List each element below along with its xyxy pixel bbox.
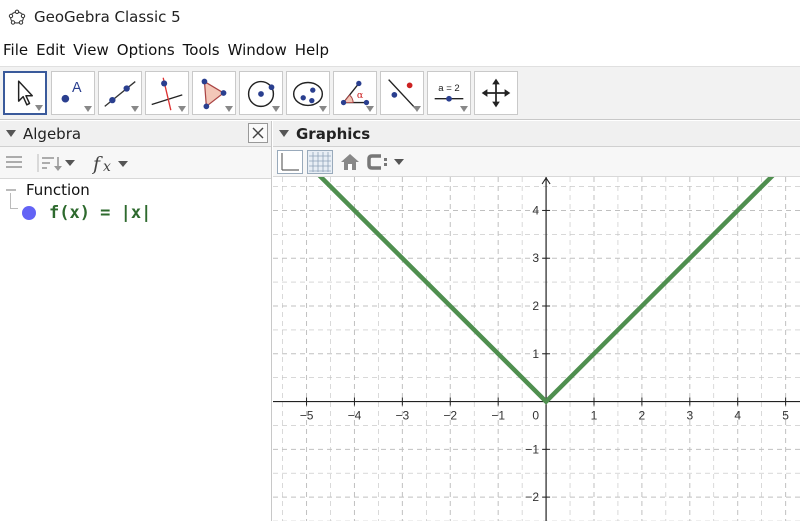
y-tick-label: −1	[525, 442, 539, 456]
toolbar: A α a = 2	[0, 66, 800, 120]
window-title: GeoGebra Classic 5	[34, 8, 181, 26]
reflect-tool[interactable]	[380, 71, 424, 115]
svg-text:α: α	[357, 90, 364, 101]
x-tick-label: 5	[782, 409, 789, 423]
close-icon	[252, 127, 264, 139]
algebra-view: Algebra f x Function f(x) = |x|	[0, 121, 272, 521]
show-axes-icon[interactable]	[277, 150, 303, 174]
y-tick-label: 4	[532, 203, 539, 217]
point-tool[interactable]: A	[51, 71, 95, 115]
menu-options[interactable]: Options	[117, 41, 175, 59]
menu-window[interactable]: Window	[228, 41, 287, 59]
y-tick-label: 3	[532, 251, 539, 265]
circle-tool[interactable]	[239, 71, 283, 115]
function-graph-f	[317, 177, 775, 405]
title-bar: GeoGebra Classic 5	[0, 0, 800, 34]
sort-by-icon[interactable]	[36, 153, 80, 173]
move-graphics-tool[interactable]	[474, 71, 518, 115]
geogebra-logo-icon	[8, 9, 26, 25]
x-tick-label: −2	[443, 409, 457, 423]
function-plot[interactable]: −5 −4 −3 −2 −1 1 2 3 4 5 −2 −1 1 2 3 4 0	[273, 177, 800, 521]
move-cross-icon	[481, 78, 511, 108]
x-tick-label: 1	[591, 409, 598, 423]
menu-edit[interactable]: Edit	[36, 41, 65, 59]
move-tool[interactable]	[3, 71, 47, 115]
x-tick-label: −4	[348, 409, 362, 423]
svg-text:A: A	[72, 80, 82, 96]
algebra-style-bar: f x	[0, 147, 271, 179]
algebra-header: Algebra	[0, 121, 271, 147]
show-grid-icon[interactable]	[307, 150, 333, 174]
line-tool[interactable]	[98, 71, 142, 115]
input-help-fx-icon[interactable]: f x	[92, 151, 134, 175]
tree-group-function[interactable]: Function	[0, 179, 272, 201]
point-capturing-icon[interactable]	[365, 152, 409, 172]
menu-tools[interactable]: Tools	[183, 41, 220, 59]
menu-bar: File Edit View Options Tools Window Help	[0, 38, 800, 62]
x-tick-label: 4	[734, 409, 741, 423]
menu-help[interactable]: Help	[295, 41, 329, 59]
y-tick-label: −2	[525, 490, 539, 504]
graphics-title: Graphics	[296, 124, 371, 143]
origin-label: 0	[532, 409, 539, 423]
collapse-triangle-icon[interactable]	[6, 130, 16, 137]
slider-tool[interactable]: a = 2	[427, 71, 471, 115]
tree-connector	[10, 193, 18, 209]
x-tick-label: −3	[396, 409, 410, 423]
group-label: Function	[26, 181, 90, 199]
graphics-view: Graphics −5 −4 −3 −2 −1 1 2 3 4 5 −2 −1 1 2 3 4 0	[273, 121, 800, 521]
menu-view[interactable]: View	[73, 41, 109, 59]
auxiliary-objects-icon[interactable]	[4, 154, 26, 172]
x-tick-label: 2	[639, 409, 646, 423]
y-tick-label: 1	[532, 347, 539, 361]
graphics-style-bar	[273, 147, 800, 177]
algebra-title: Algebra	[23, 124, 82, 143]
visibility-toggle-icon[interactable]	[22, 206, 36, 220]
ellipse-tool[interactable]	[286, 71, 330, 115]
function-expression[interactable]: f(x) = |x|	[49, 203, 151, 223]
x-tick-label: −1	[491, 409, 505, 423]
close-algebra-button[interactable]	[248, 123, 268, 143]
svg-text:x: x	[103, 159, 111, 175]
polygon-tool[interactable]	[192, 71, 236, 115]
svg-text:a = 2: a = 2	[438, 83, 459, 94]
algebra-tree: Function f(x) = |x|	[0, 179, 272, 225]
angle-tool[interactable]: α	[333, 71, 377, 115]
algebra-item-f[interactable]: f(x) = |x|	[0, 193, 272, 225]
collapse-triangle-icon[interactable]	[279, 130, 289, 137]
graphics-canvas[interactable]: −5 −4 −3 −2 −1 1 2 3 4 5 −2 −1 1 2 3 4 0	[273, 177, 800, 521]
menu-file[interactable]: File	[3, 41, 28, 59]
home-icon[interactable]	[339, 152, 361, 172]
y-tick-label: 2	[532, 299, 539, 313]
perpendicular-line-tool[interactable]	[145, 71, 189, 115]
collapse-minus-icon[interactable]	[6, 189, 16, 191]
svg-text:f: f	[92, 153, 103, 175]
x-tick-label: −5	[300, 409, 314, 423]
x-tick-label: 3	[686, 409, 693, 423]
graphics-header: Graphics	[273, 121, 800, 147]
